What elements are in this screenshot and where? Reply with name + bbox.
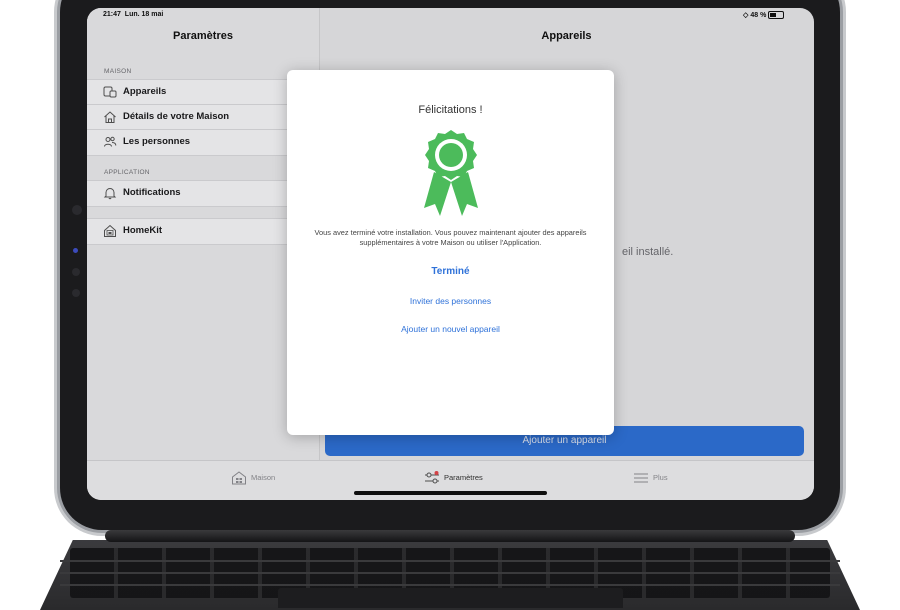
keyboard-row-divider — [60, 572, 840, 574]
modal-message: Vous avez terminé votre installation. Vo… — [314, 228, 587, 247]
modal-title: Félicitations ! — [418, 104, 483, 116]
done-button[interactable]: Terminé — [287, 266, 614, 277]
tablet-screen: 21:47 Lun. 18 mai Paramètres MAISON Appa… — [87, 8, 814, 500]
trackpad — [278, 588, 623, 608]
keyboard-hinge — [105, 530, 795, 542]
camera-icon — [72, 205, 82, 215]
invite-people-link[interactable]: Inviter des personnes — [287, 296, 614, 306]
keyboard-row-divider — [60, 584, 840, 586]
award-ribbon-icon — [424, 130, 478, 216]
sensor-icon — [72, 289, 80, 297]
sensor-icon — [72, 268, 80, 276]
sensor-icon — [73, 248, 78, 253]
add-new-device-link[interactable]: Ajouter un nouvel appareil — [287, 324, 614, 334]
congrats-modal: Félicitations ! Vous avez terminé votre … — [287, 70, 614, 435]
keyboard-row-divider — [60, 560, 840, 562]
